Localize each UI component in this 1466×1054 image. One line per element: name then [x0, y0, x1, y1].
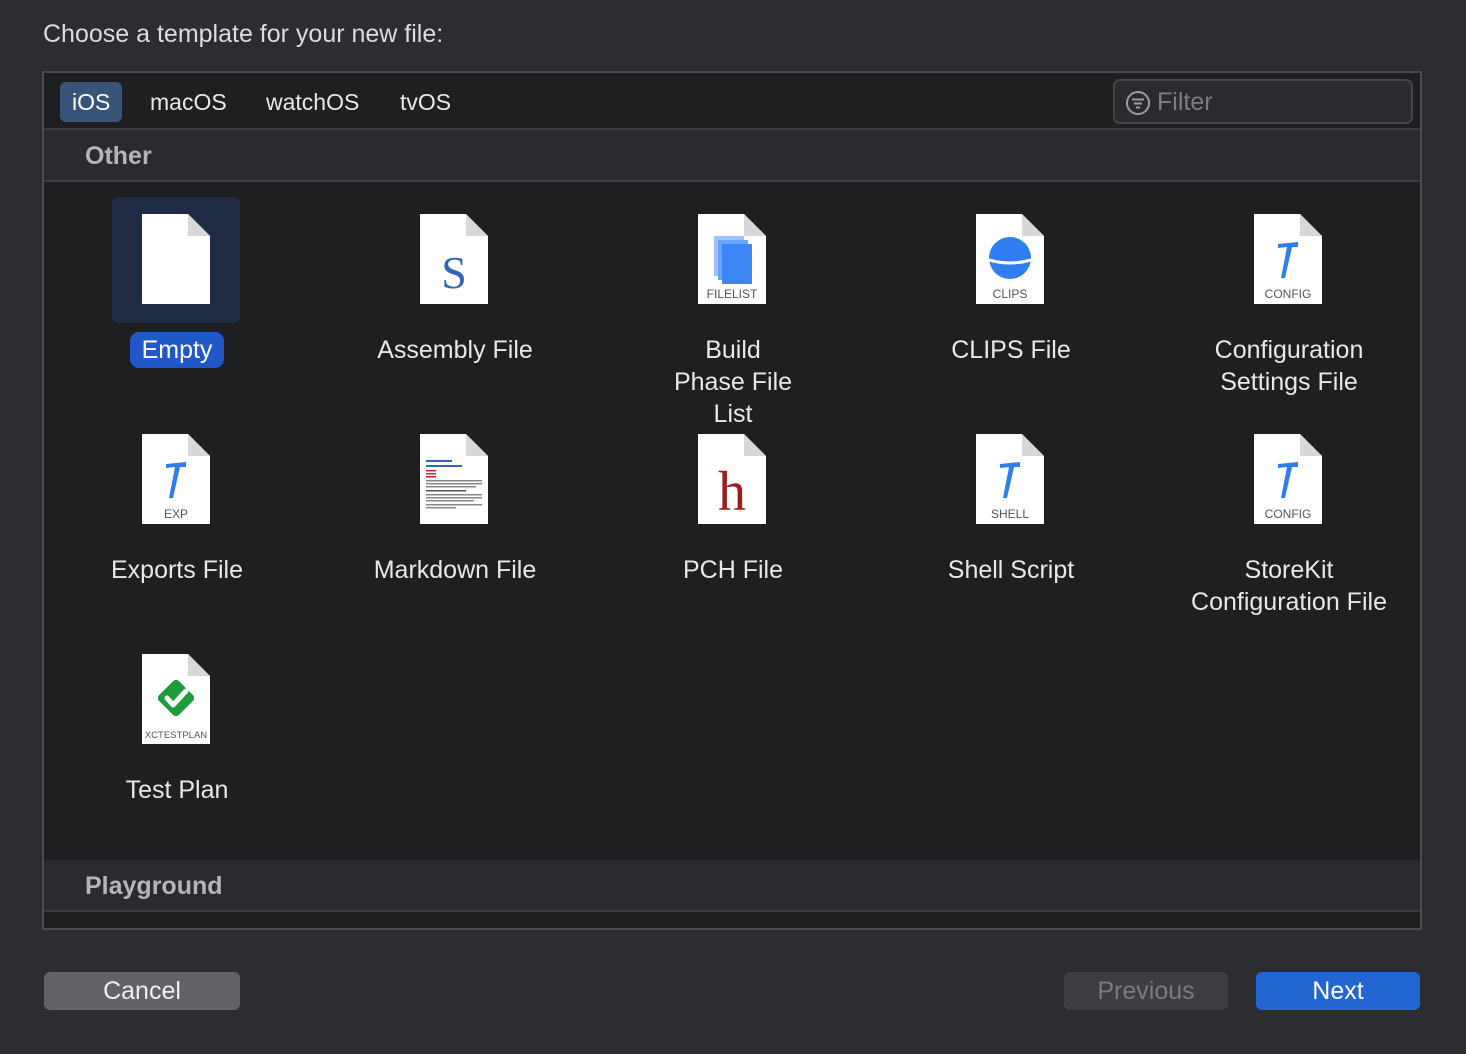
next-button[interactable]: Next: [1256, 972, 1420, 1010]
test-plan-icon: XCTESTPLAN: [142, 654, 210, 744]
template-storekit-configuration-file[interactable]: CONFIG StoreKit Configuration File: [1159, 409, 1419, 619]
template-label: Test Plan: [125, 776, 229, 804]
template-panel: iOS macOS watchOS tvOS Other Empt: [42, 71, 1422, 930]
config-file-icon: CONFIG: [1254, 214, 1322, 304]
template-exports-file[interactable]: EXP Exports File: [47, 409, 307, 619]
filter-field[interactable]: [1113, 79, 1413, 124]
pch-file-icon: h: [698, 434, 766, 524]
assembly-file-icon: S: [420, 214, 488, 304]
previous-button[interactable]: Previous: [1064, 972, 1228, 1010]
platform-tabbar: iOS macOS watchOS tvOS: [44, 73, 1420, 130]
template-label: Markdown File: [373, 556, 537, 584]
template-label: Configuration Settings File: [1214, 336, 1364, 396]
template-grid: Empty S Assembly File FILELIST Build Pha…: [44, 184, 1420, 860]
template-markdown-file[interactable]: Markdown File: [325, 409, 585, 619]
template-label: Assembly File: [377, 336, 533, 364]
shell-script-icon: SHELL: [976, 434, 1044, 524]
filelist-badge: FILELIST: [707, 287, 758, 301]
markdown-file-icon: [420, 434, 488, 524]
template-label: Empty: [129, 332, 225, 368]
template-configuration-settings-file[interactable]: CONFIG Configuration Settings File: [1159, 189, 1419, 399]
filter-icon: [1126, 91, 1150, 115]
tab-tvos[interactable]: tvOS: [388, 82, 463, 122]
section-header-playground: Playground: [44, 860, 1420, 912]
template-empty[interactable]: Empty: [47, 189, 307, 399]
assembly-badge: S: [441, 247, 467, 298]
section-title-playground: Playground: [85, 872, 223, 900]
template-assembly-file[interactable]: S Assembly File: [325, 189, 585, 399]
config-badge: CONFIG: [1265, 287, 1312, 301]
filter-input[interactable]: [1157, 85, 1407, 119]
section-header-other: Other: [44, 130, 1420, 182]
testplan-badge: XCTESTPLAN: [145, 730, 207, 741]
filelist-icon: FILELIST: [698, 214, 766, 304]
section-title-other: Other: [85, 142, 152, 170]
template-test-plan[interactable]: XCTESTPLAN Test Plan: [47, 629, 307, 839]
dialog-prompt: Choose a template for your new file:: [43, 20, 444, 48]
template-label: CLIPS File: [951, 336, 1071, 364]
tab-watchos[interactable]: watchOS: [254, 82, 371, 122]
template-label: Shell Script: [947, 556, 1075, 584]
template-pch-file[interactable]: h PCH File: [603, 409, 863, 619]
clips-badge: CLIPS: [993, 287, 1028, 301]
shell-badge: SHELL: [991, 507, 1029, 521]
tab-ios[interactable]: iOS: [60, 82, 123, 122]
template-shell-script[interactable]: SHELL Shell Script: [881, 409, 1141, 619]
template-label: PCH File: [682, 556, 783, 584]
empty-file-icon: [142, 214, 210, 304]
clips-file-icon: CLIPS: [976, 214, 1044, 304]
template-build-phase-file-list[interactable]: FILELIST Build Phase File List: [603, 189, 863, 428]
template-label: Exports File: [111, 556, 243, 584]
exports-file-icon: EXP: [142, 434, 210, 524]
template-clips-file[interactable]: CLIPS CLIPS File: [881, 189, 1141, 399]
pch-badge: h: [718, 461, 746, 523]
storekit-config-icon: CONFIG: [1254, 434, 1322, 524]
tab-macos[interactable]: macOS: [138, 82, 239, 122]
storekit-badge: CONFIG: [1265, 507, 1312, 521]
exports-badge: EXP: [164, 507, 188, 521]
cancel-button[interactable]: Cancel: [44, 972, 240, 1010]
template-label: StoreKit Configuration File: [1191, 556, 1387, 616]
